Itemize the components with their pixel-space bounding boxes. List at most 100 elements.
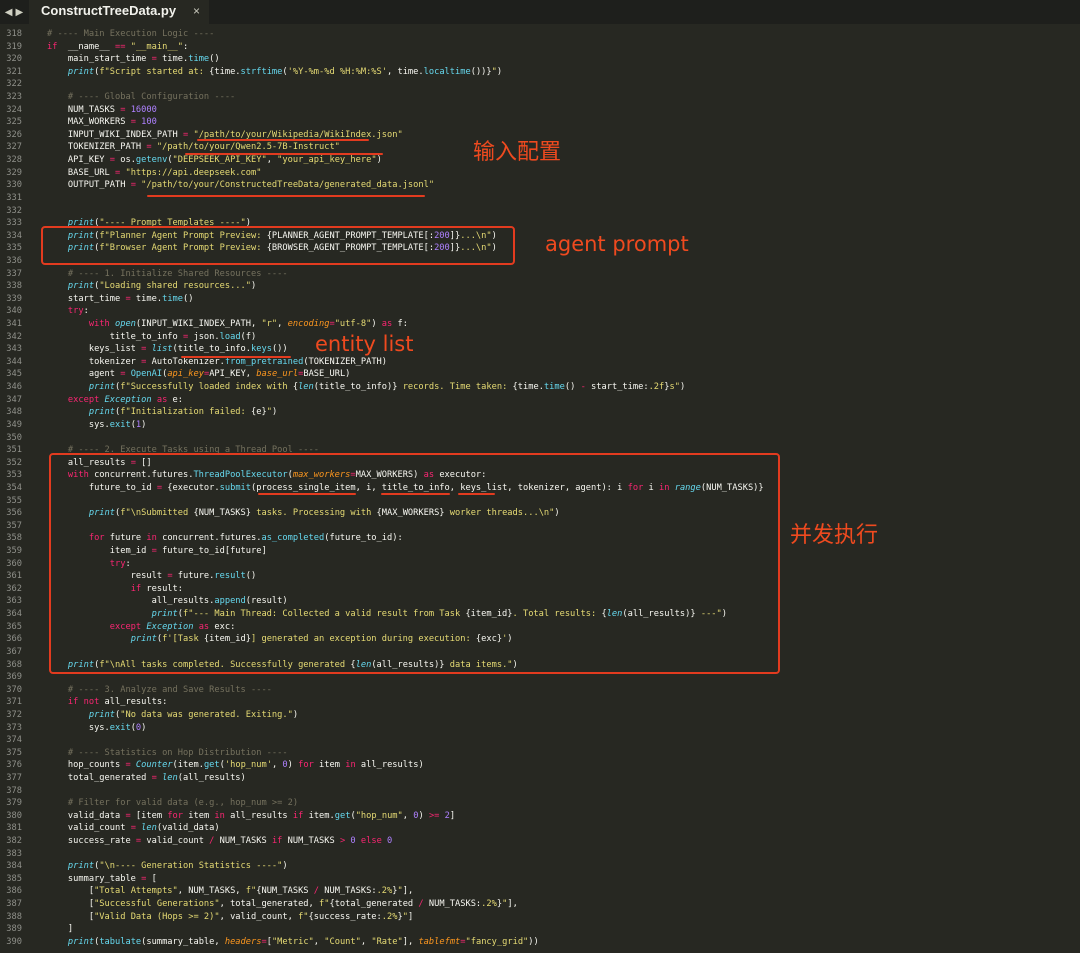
code-line[interactable]: 376 hop_counts = Counter(item.get('hop_n… (0, 759, 1080, 772)
code-text: print(tabulate(summary_table, headers=["… (47, 936, 539, 949)
line-number: 333 (6, 218, 22, 229)
code-line[interactable]: 375 # ---- Statistics on Hop Distributio… (0, 747, 1080, 760)
code-line[interactable]: 389 ] (0, 923, 1080, 936)
code-line[interactable]: 371 if not all_results: (0, 696, 1080, 709)
code-line[interactable]: 329 BASE_URL = "https://api.deepseek.com… (0, 167, 1080, 180)
code-line[interactable]: 322 (0, 78, 1080, 91)
code-line[interactable]: 343 keys_list = list(title_to_info.keys(… (0, 343, 1080, 356)
line-number: 361 (6, 571, 22, 582)
line-number: 373 (6, 722, 22, 733)
code-line[interactable]: 331 (0, 192, 1080, 205)
code-token: f" (298, 911, 309, 922)
code-token: (all_results) (177, 772, 246, 783)
tab-navigation[interactable]: ◀ ▶ (0, 0, 28, 24)
code-line[interactable]: 374 (0, 734, 1080, 747)
code-line[interactable]: 324 NUM_TASKS = 16000 (0, 104, 1080, 117)
code-line[interactable]: 344 tokenizer = AutoTokenizer.from_pretr… (0, 356, 1080, 369)
line-number: 375 (6, 747, 22, 758)
code-token: all_results (224, 810, 293, 821)
code-token: f" (245, 886, 257, 897)
code-line[interactable]: 347 except Exception as e: (0, 394, 1080, 407)
code-line[interactable]: 373 sys.exit(0) (0, 722, 1080, 735)
code-line[interactable]: 339 start_time = time.time() (0, 293, 1080, 306)
code-line[interactable]: 342 title_to_info = json.load(f) (0, 331, 1080, 344)
code-line[interactable]: 382 success_rate = valid_count / NUM_TAS… (0, 835, 1080, 848)
code-token: encoding (287, 319, 330, 330)
code-token: strftime (240, 66, 283, 77)
code-token: time. (130, 293, 163, 304)
code-line[interactable]: 388 ["Valid Data (Hops >= 2)", valid_cou… (0, 911, 1080, 924)
code-token: "hop_num" (355, 810, 403, 821)
code-line[interactable]: 385 summary_table = [ (0, 873, 1080, 886)
code-line[interactable]: 380 valid_data = [item for item in all_r… (0, 810, 1080, 823)
code-line[interactable]: 378 (0, 785, 1080, 798)
code-line[interactable]: 323 # ---- Global Configuration ---- (0, 91, 1080, 104)
code-text: sys.exit(0) (47, 722, 147, 735)
code-line[interactable]: 345 agent = OpenAI(api_key=API_KEY, base… (0, 368, 1080, 381)
code-line[interactable]: 348 print(f"Initialization failed: {e}") (0, 406, 1080, 419)
code-token: item (183, 810, 215, 821)
code-token: TOKENIZER_PATH (47, 142, 147, 153)
back-arrow-icon[interactable]: ◀ (5, 7, 13, 18)
code-line[interactable]: 384 print("\n---- Generation Statistics … (0, 860, 1080, 873)
code-token: ) (292, 709, 299, 720)
code-line[interactable]: 381 valid_count = len(valid_data) (0, 822, 1080, 835)
code-token: load (219, 331, 241, 342)
code-line[interactable]: 383 (0, 848, 1080, 861)
code-token: "utf-8" (334, 319, 372, 330)
code-line[interactable]: 337 # ---- 1. Initialize Shared Resource… (0, 268, 1080, 281)
code-line[interactable]: 330 OUTPUT_PATH = "/path/to/your/Constru… (0, 179, 1080, 192)
code-token: : (183, 41, 189, 52)
code-text: keys_list = list(title_to_info.keys()) (47, 343, 288, 356)
line-number: 353 (6, 470, 22, 481)
code-line[interactable]: 386 ["Total Attempts", NUM_TASKS, f"{NUM… (0, 885, 1080, 898)
code-token: Counter (130, 760, 173, 771)
code-line[interactable]: 387 ["Successful Generations", total_gen… (0, 898, 1080, 911)
code-line[interactable]: 340 try: (0, 305, 1080, 318)
code-token: all_results) (355, 760, 424, 771)
forward-arrow-icon[interactable]: ▶ (16, 7, 24, 18)
code-token: "fancy_grid" (465, 936, 529, 947)
code-token: "Metric" (271, 936, 314, 947)
code-line[interactable]: 341 with open(INPUT_WIKI_INDEX_PATH, "r"… (0, 318, 1080, 331)
code-text: start_time = time.time() (47, 293, 194, 306)
code-line[interactable]: 349 sys.exit(1) (0, 419, 1080, 432)
code-token: tablefmt (418, 936, 461, 947)
code-token: , (271, 760, 283, 771)
code-text: print(f"Initialization failed: {e}") (47, 406, 277, 419)
code-line[interactable]: 346 print(f"Successfully loaded index wi… (0, 381, 1080, 394)
code-token: with (88, 319, 110, 330)
code-text: main_start_time = time.time() (47, 53, 220, 66)
code-token: {NUM_TASKS (256, 886, 314, 897)
code-line[interactable]: 325 MAX_WORKERS = 100 (0, 116, 1080, 129)
code-token: time (188, 54, 210, 65)
file-tab[interactable]: ConstructTreeData.py × (29, 0, 209, 24)
code-token: item. (303, 810, 335, 821)
code-token: NUM_TASKS: (423, 899, 482, 910)
line-number: 335 (6, 243, 22, 254)
line-number: 330 (6, 180, 22, 191)
code-token: if (292, 810, 304, 821)
code-line[interactable]: 321 print(f"Script started at: {time.str… (0, 66, 1080, 79)
code-line[interactable]: 370 # ---- 3. Analyze and Save Results -… (0, 684, 1080, 697)
code-token: get (334, 810, 351, 821)
code-line[interactable]: 338 print("Loading shared resources...") (0, 280, 1080, 293)
line-number: 336 (6, 255, 22, 266)
code-line[interactable]: 318 # ---- Main Execution Logic ---- (0, 28, 1080, 41)
code-line[interactable]: 377 total_generated = len(all_results) (0, 772, 1080, 785)
close-tab-icon[interactable]: × (193, 0, 200, 22)
code-token: os. (115, 155, 136, 166)
line-number: 340 (6, 306, 22, 317)
code-line[interactable]: 319 if __name__ == "__main__": (0, 41, 1080, 54)
code-line[interactable]: 350 (0, 432, 1080, 445)
code-line[interactable]: 320 main_start_time = time.time() (0, 53, 1080, 66)
line-number: 339 (6, 293, 22, 304)
code-line[interactable]: 332 (0, 205, 1080, 218)
code-token: __name__ (57, 41, 116, 52)
code-line[interactable]: 372 print("No data was generated. Exitin… (0, 709, 1080, 722)
code-line[interactable]: 390 print(tabulate(summary_table, header… (0, 936, 1080, 949)
line-number: 374 (6, 735, 22, 746)
code-line[interactable]: 379 # Filter for valid data (e.g., hop_n… (0, 797, 1080, 810)
code-token: (summary_table, (141, 936, 225, 947)
